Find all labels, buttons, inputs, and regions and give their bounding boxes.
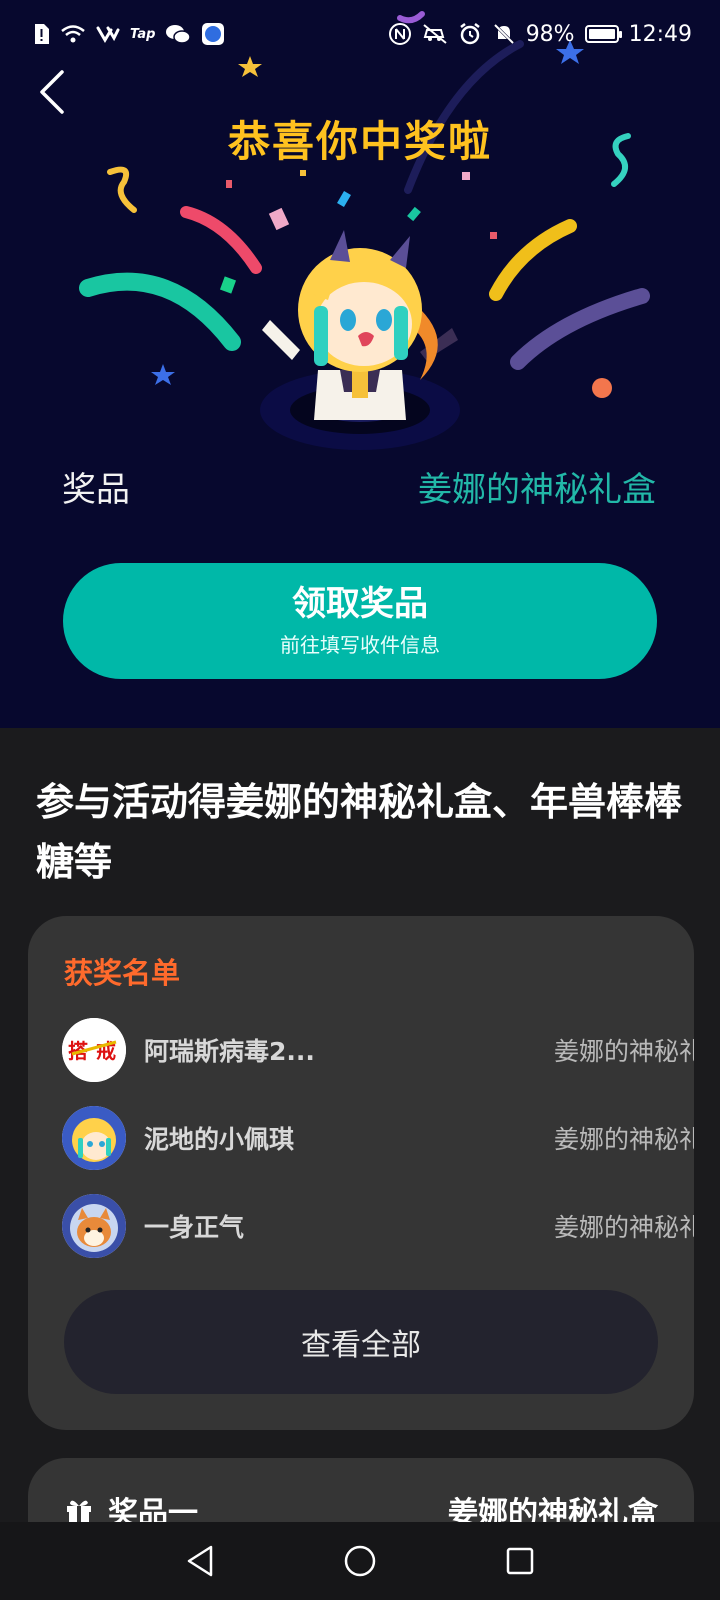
winner-name: 泥地的小佩琪 [144,1125,295,1154]
nfc-icon [388,22,412,46]
claim-button-subtitle: 前往填写收件信息 [280,633,440,657]
square-recents-icon [506,1547,534,1575]
app-icon [201,22,225,46]
winner-row: 一身正气 姜娜的神秘礼盒 [62,1194,694,1258]
prize-label: 奖品 [62,470,130,510]
avatar: 搭戒 [62,1018,126,1082]
winner-row: 搭戒 阿瑞斯病毒2... 姜娜的神秘礼盒 [62,1018,694,1082]
wifi-icon [60,24,86,44]
battery-icon [584,25,622,43]
nav-back-button[interactable] [180,1541,220,1581]
hero-banner: Tap 98% 12:49 恭喜你中奖啦 奖品 姜娜的神秘礼盒 领取奖品 前往填… [0,0,720,728]
winner-prize: 姜娜的神秘礼盒 [554,1125,694,1154]
view-all-button[interactable]: 查看全部 [64,1290,658,1394]
gift-icon [67,1500,91,1524]
wechat-icon [165,23,192,45]
status-bar: Tap 98% 12:49 [0,0,720,68]
winner-row: 泥地的小佩琪 姜娜的神秘礼盒 [62,1106,694,1170]
vlink-icon [96,24,120,44]
circle-home-icon [344,1545,376,1577]
clock: 12:49 [628,21,692,47]
winner-name: 阿瑞斯病毒2... [144,1037,315,1066]
avatar [62,1106,126,1170]
winners-card: 获奖名单 搭戒 阿瑞斯病毒2... 姜娜的神秘礼盒 泥地的小佩琪 姜娜的神秘礼盒… [28,916,694,1430]
tap-icon: Tap [130,26,156,42]
alert-icon [32,23,50,45]
winner-prize: 姜娜的神秘礼盒 [554,1213,694,1242]
congrats-headline: 恭喜你中奖啦 [227,117,492,166]
mute-icon [492,22,516,46]
winner-prize: 姜娜的神秘礼盒 [554,1037,694,1066]
prize-name: 姜娜的神秘礼盒 [418,470,656,510]
battery-percent: 98% [525,21,575,47]
triangle-back-icon [187,1545,213,1577]
system-nav-bar [0,1522,720,1600]
avatar [62,1194,126,1258]
activity-title: 参与活动得姜娜的神秘礼盒、年兽棒棒糖等 [36,780,683,884]
alarm-icon [458,22,482,46]
claim-prize-button[interactable]: 领取奖品 前往填写收件信息 [63,563,657,679]
winners-title: 获奖名单 [64,956,181,990]
claim-button-title: 领取奖品 [292,584,428,624]
mascot-illustration [260,230,460,450]
winner-name: 一身正气 [144,1213,245,1242]
car-icon [422,23,448,45]
nav-recents-button[interactable] [500,1541,540,1581]
nav-home-button[interactable] [340,1541,380,1581]
